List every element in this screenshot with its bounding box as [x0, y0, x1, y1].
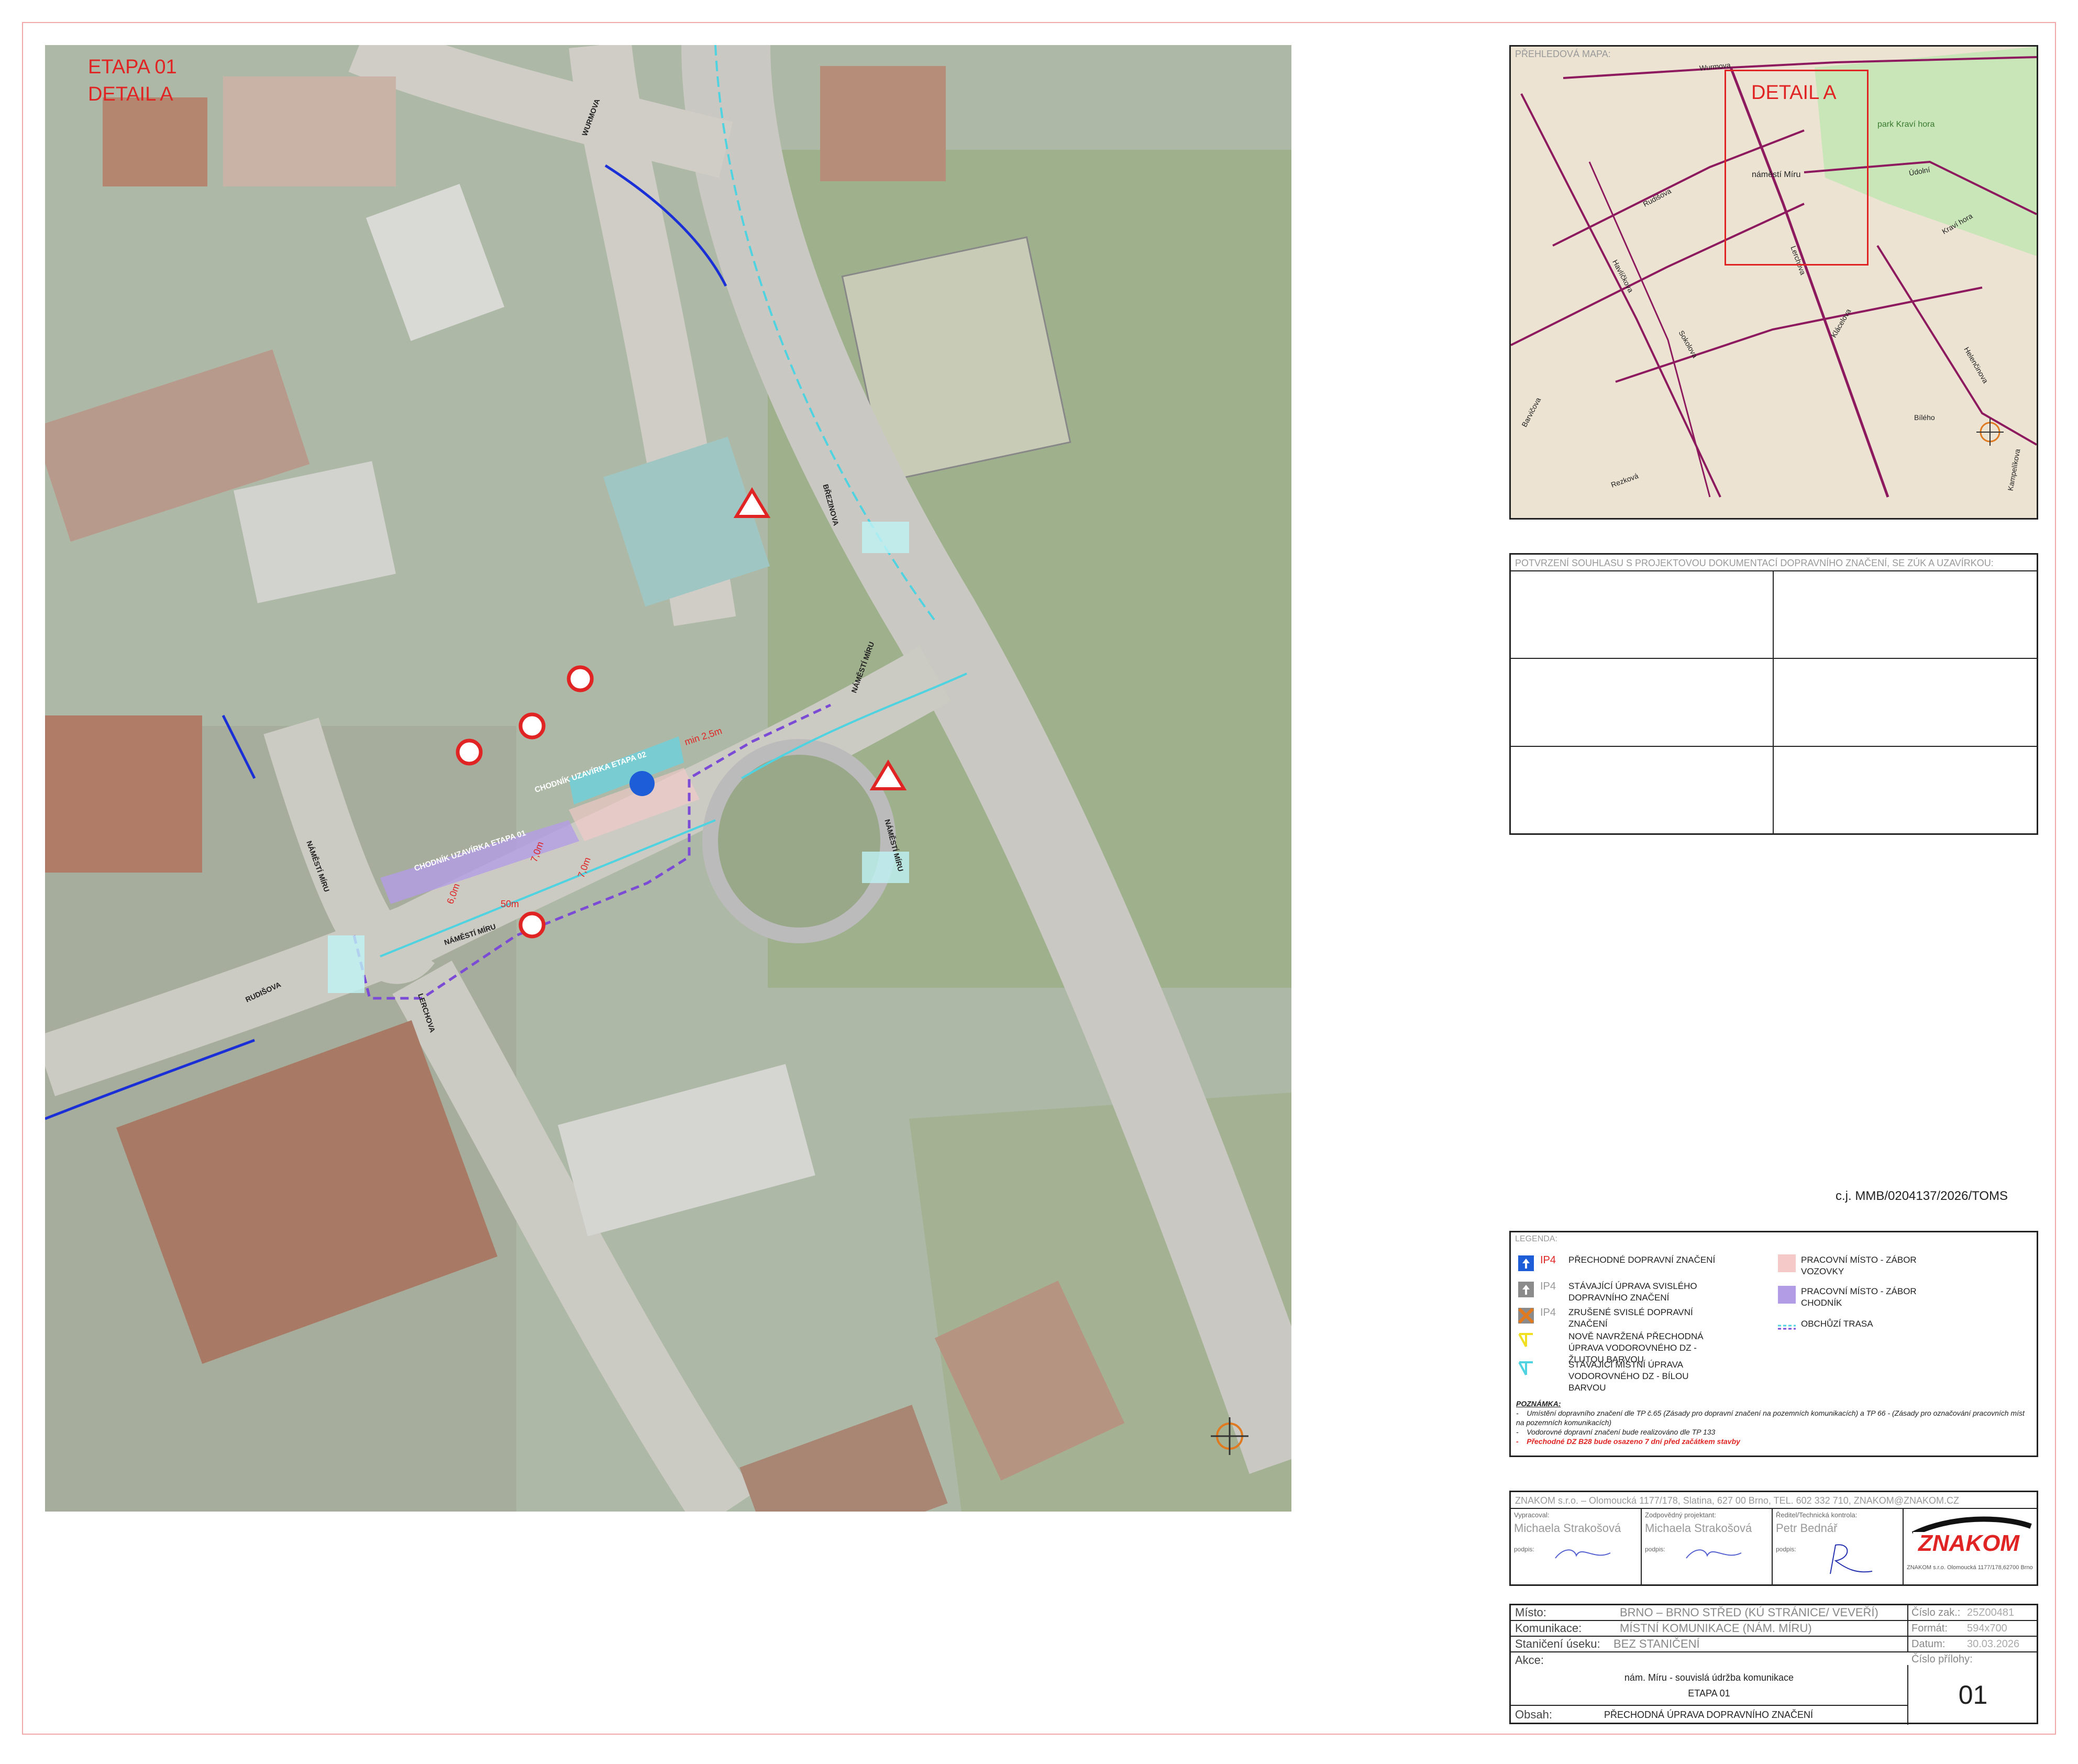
tb-komunikace: Komunikace: MÍSTNÍ KOMUNIKACE (NÁM. MÍRU…	[1511, 1621, 1907, 1637]
approval-cell-5[interactable]	[1511, 746, 1774, 834]
title-block: Místo: BRNO – BRNO STŘED (KÚ STRÁNICE/ V…	[1509, 1604, 2038, 1725]
tb-akce-line2: ETAPA 01	[1688, 1688, 1730, 1699]
overview-detail-a-label: DETAIL A	[1751, 82, 1837, 104]
temp-sign-b28-1	[567, 665, 594, 692]
detour-line-icon	[1778, 1325, 1796, 1330]
legend-item-temp-sign: IP4 PŘECHODNÉ DOPRAVNÍ ZNAČENÍ	[1517, 1254, 1726, 1272]
author-reditel: Ředitel/Technická kontrola: Petr Bednář …	[1773, 1509, 1904, 1584]
legend-title: LEGENDA:	[1515, 1234, 1557, 1243]
sidewalk-zone-swatch	[1778, 1286, 1796, 1304]
tb-priloha-number: 01	[1907, 1665, 2038, 1725]
temp-sign-b28-3	[456, 738, 483, 766]
overview-map[interactable]: PŘEHLEDOVÁ MAPA: park Kraví hora náměstí…	[1509, 45, 2038, 520]
legend-item-existing-sign: IP4 STÁVAJÍCÍ ÚPRAVA SVISLÉHO DOPRAVNÍHO…	[1517, 1281, 1726, 1304]
legend-item-road-zone: PRACOVNÍ MÍSTO - ZÁBOR VOZOVKY	[1778, 1254, 1958, 1277]
approval-cell-1[interactable]	[1511, 571, 1774, 659]
author-zodpovedny: Zodpovědný projektant: Michaela Strakošo…	[1642, 1509, 1773, 1584]
etapa-line1: ETAPA 01	[88, 56, 177, 78]
legend-item-detour: OBCHŮZÍ TRASA	[1778, 1318, 1958, 1336]
legend-text: STÁVAJÍCÍ MÍSTNÍ ÚPRAVA VODOROVNÉHO DZ -…	[1568, 1360, 1689, 1393]
overview-street-bileho: Bílého	[1914, 413, 1935, 422]
yellow-arrow-icon	[1518, 1333, 1533, 1347]
legend-item-cancelled-sign: IP4 ZRUŠENÉ SVISLÉ DOPRAVNÍ ZNAČENÍ	[1517, 1307, 1726, 1330]
tb-cislo-zak: Číslo zak.: 25Z00481	[1907, 1605, 2037, 1621]
legend: LEGENDA: IP4 PŘECHODNÉ DOPRAVNÍ ZNAČENÍ …	[1509, 1231, 2038, 1457]
aerial-map[interactable]: WURMOVA BŘEZINOVA NÁMĚSTÍ MÍRU NÁMĚSTÍ M…	[45, 45, 1291, 1512]
road-zone-swatch	[1778, 1254, 1796, 1272]
temp-sign-ip-blue	[629, 771, 655, 796]
legend-text: OBCHŮZÍ TRASA	[1801, 1319, 1873, 1329]
legend-text: ZRUŠENÉ SVISLÉ DOPRAVNÍ ZNAČENÍ	[1568, 1307, 1693, 1329]
approval-cell-4[interactable]	[1774, 659, 2037, 747]
tb-obsah: Obsah: PŘECHODNÁ ÚPRAVA DOPRAVNÍHO ZNAČE…	[1511, 1705, 1907, 1724]
etapa-line2: DETAIL A	[88, 83, 173, 105]
signature-3	[1830, 1544, 1873, 1574]
approval-cell-6[interactable]	[1774, 747, 2037, 834]
tb-format: Formát: 594x700	[1907, 1621, 2037, 1637]
tb-priloha-label: Číslo přílohy:	[1911, 1653, 1973, 1665]
notes-title: POZNÁMKA:	[1516, 1399, 1561, 1408]
authors-block: ZNAKOM s.r.o. – Olomoucká 1177/178, Slat…	[1509, 1491, 2038, 1586]
svg-text:ZNAKOM: ZNAKOM	[1917, 1530, 2020, 1556]
temp-sign-b28-4	[518, 911, 546, 939]
legend-text: PRACOVNÍ MÍSTO - ZÁBOR CHODNÍK	[1801, 1286, 1917, 1308]
signature-1	[1555, 1549, 1611, 1559]
author-vypracoval: Vypracoval: Michaela Strakošová podpis:	[1511, 1509, 1642, 1584]
legend-item-sidewalk-zone: PRACOVNÍ MÍSTO - ZÁBOR CHODNÍK	[1778, 1286, 1958, 1309]
company-line: ZNAKOM s.r.o. – Olomoucká 1177/178, Slat…	[1511, 1492, 2037, 1509]
approval-cell-3[interactable]	[1511, 659, 1774, 747]
overview-park-label: park Kraví hora	[1877, 120, 1935, 129]
note-red: - Přechodné DZ B28 bude osazeno 7 dní př…	[1516, 1437, 1740, 1446]
overview-detail-a-box: DETAIL A	[1725, 70, 1869, 266]
legend-code: IP4	[1540, 1281, 1556, 1292]
legend-text: PRACOVNÍ MÍSTO - ZÁBOR VOZOVKY	[1801, 1255, 1917, 1276]
approval-header: POTVRZENÍ SOUHLASU S PROJEKTOVOU DOKUMEN…	[1511, 555, 2037, 571]
legend-notes: POZNÁMKA: - Umístění dopravního značení …	[1516, 1399, 2035, 1446]
aerial-map-svg	[45, 45, 1291, 1512]
reference-number: c.j. MMB/0204137/2026/TOMS	[1836, 1189, 2008, 1203]
legend-text: STÁVAJÍCÍ ÚPRAVA SVISLÉHO DOPRAVNÍHO ZNA…	[1568, 1281, 1697, 1303]
approval-box: POTVRZENÍ SOUHLASU S PROJEKTOVOU DOKUMEN…	[1509, 553, 2038, 835]
signature-2	[1686, 1549, 1742, 1559]
tb-akce-label: Akce:	[1515, 1653, 1544, 1667]
note-1: - Umístění dopravního značení dle TP č.6…	[1516, 1409, 2025, 1427]
tb-datum: Datum: 30.03.2026	[1907, 1637, 2037, 1652]
znakom-logo: ZNAKOM	[1911, 1516, 2032, 1556]
tb-staniceni: Staničení úseku: BEZ STANIČENÍ	[1511, 1637, 1907, 1652]
blue-sign-icon	[1518, 1255, 1534, 1271]
etapa-title: ETAPA 01 DETAIL A	[88, 53, 177, 108]
logo-caption: ZNAKOM s.r.o. Olomoucká 1177/178,62700 B…	[1907, 1564, 2033, 1571]
cyan-arrow-icon	[1518, 1361, 1533, 1375]
crossed-sign-icon	[1518, 1307, 1534, 1324]
overview-map-label: PŘEHLEDOVÁ MAPA:	[1515, 49, 1611, 59]
dim-50m: 50m	[501, 899, 520, 909]
legend-text: PŘECHODNÉ DOPRAVNÍ ZNAČENÍ	[1568, 1255, 1716, 1265]
temp-sign-b28-2	[518, 712, 546, 740]
note-2: - Vodorovné dopravní značení bude realiz…	[1516, 1428, 1716, 1436]
tb-akce-line1: nám. Míru - souvislá údržba komunikace	[1624, 1672, 1794, 1683]
legend-item-cyan-marking: STÁVAJÍCÍ MÍSTNÍ ÚPRAVA VODOROVNÉHO DZ -…	[1517, 1359, 1726, 1394]
grey-sign-icon	[1518, 1282, 1534, 1297]
approval-cell-2[interactable]	[1774, 571, 2037, 659]
legend-code: IP4	[1540, 1254, 1556, 1266]
tb-misto: Místo: BRNO – BRNO STŘED (KÚ STRÁNICE/ V…	[1511, 1605, 1907, 1621]
legend-code: IP4	[1540, 1307, 1556, 1318]
